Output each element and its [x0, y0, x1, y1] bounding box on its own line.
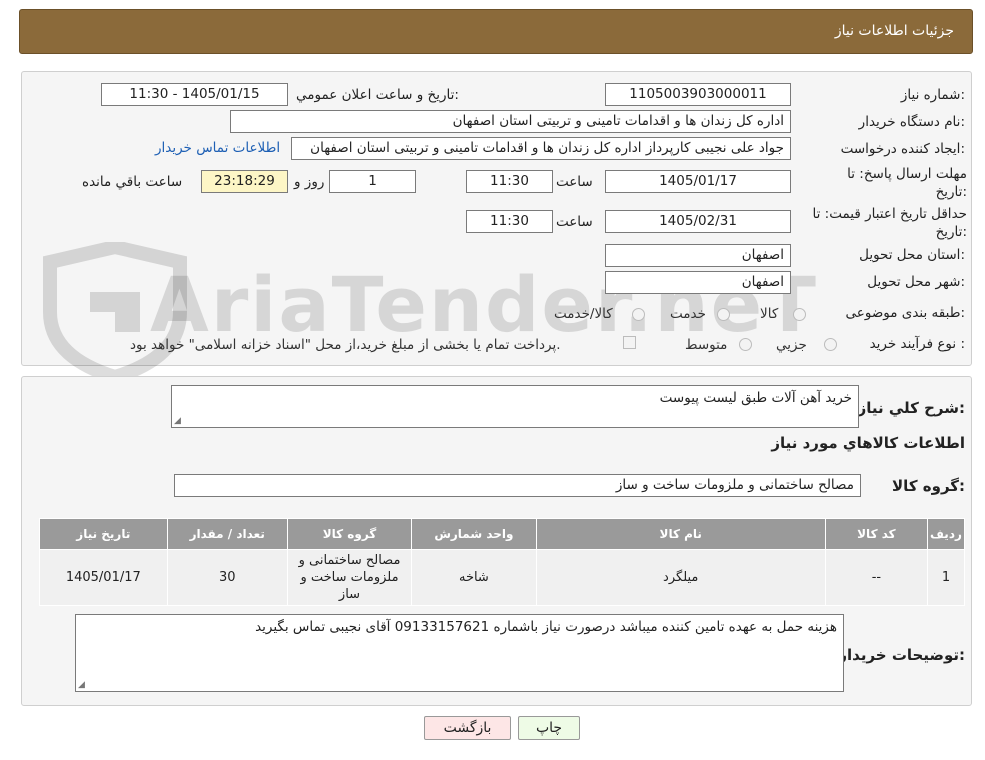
description-field[interactable]: خرید آهن آلات طبق لیست پیوست ◢ [171, 385, 859, 428]
reply-time-label: ساعت [556, 174, 593, 190]
announce-field: 1405/01/15 - 11:30 [101, 83, 288, 106]
need-number-field: 1105003903000011 [605, 83, 791, 106]
remaining-time-field: 23:18:29 [201, 170, 288, 193]
category-radio-goods[interactable] [793, 308, 806, 321]
col-row-header: رديف [926, 518, 966, 550]
back-button[interactable]: بازگشت [424, 716, 511, 740]
description-label: شرح کلي نياز: [857, 399, 965, 417]
page-header: جزئیات اطلاعات نیاز [19, 9, 973, 54]
reply-time-field: 11:30 [466, 170, 553, 193]
resize-grip-icon[interactable]: ◢ [174, 416, 181, 426]
category-radio-both[interactable] [632, 308, 645, 321]
buyer-org-label: نام دستگاه خريدار: [858, 114, 965, 130]
process-radio-minor[interactable] [824, 338, 837, 351]
process-radio-medium[interactable] [739, 338, 752, 351]
table-header-row: رديف کد کالا نام کالا واحد شمارش گروه کا… [39, 518, 966, 550]
category-option-service: خدمت [670, 306, 706, 322]
buyer-notes-field[interactable]: هزینه حمل به عهده تامین کننده میباشد درص… [75, 614, 844, 692]
city-field: اصفهان [605, 271, 791, 294]
requester-field: جواد علی نجیبی کارپرداز اداره کل زندان ه… [291, 137, 791, 160]
price-validity-time-field: 11:30 [466, 210, 553, 233]
goods-group-field: مصالح ساختمانی و ملزومات ساخت و ساز [174, 474, 861, 497]
goods-info-title: اطلاعات کالاهاي مورد نياز [771, 434, 965, 452]
col-code-header: کد کالا [824, 518, 928, 550]
payment-note: پرداخت تمام يا بخشی از مبلغ خريد،از محل … [130, 337, 561, 353]
treasury-checkbox[interactable] [623, 336, 636, 349]
category-option-goods: کالا [760, 306, 779, 322]
cell-name: میلگرد [535, 549, 826, 606]
days-label: روز و [294, 174, 325, 190]
category-label: طبقه بندی موضوعی: [845, 305, 965, 321]
cell-row: 1 [926, 549, 966, 606]
city-label: شهر محل تحويل: [867, 274, 965, 290]
buyer-org-field: اداره کل زندان ها و اقدامات تامینی و ترب… [230, 110, 791, 133]
remaining-label: ساعت باقي مانده [82, 174, 183, 190]
page-title: جزئیات اطلاعات نیاز [834, 23, 954, 39]
resize-grip-icon[interactable]: ◢ [78, 680, 85, 690]
category-option-both: کالا/خدمت [554, 306, 613, 322]
province-label: استان محل تحويل: [859, 247, 965, 263]
col-unit-header: واحد شمارش [411, 518, 537, 550]
col-group-header: گروه کالا [286, 518, 413, 550]
buyer-notes-text: هزینه حمل به عهده تامین کننده میباشد درص… [255, 619, 837, 635]
buyer-notes-label: توضيحات خريدار: [838, 646, 965, 664]
cell-code: -- [824, 549, 928, 606]
table-row: 1 -- میلگرد شاخه مصالح ساختمانی و ملزوما… [39, 549, 966, 606]
announce-label: تاریخ و ساعت اعلان عمومي: [296, 87, 459, 103]
cell-group: مصالح ساختمانی و ملزومات ساخت و ساز [286, 549, 413, 606]
price-validity-date-field: 1405/02/31 [605, 210, 791, 233]
cell-date: 1405/01/17 [39, 549, 168, 606]
process-option-minor: جزيي [776, 337, 807, 353]
process-label: نوع فرآيند خريد : [869, 336, 965, 352]
buyer-contact-link[interactable]: اطلاعات تماس خريدار [155, 140, 280, 156]
col-qty-header: تعداد / مقدار [166, 518, 288, 550]
days-field: 1 [329, 170, 416, 193]
col-name-header: نام کالا [535, 518, 826, 550]
goods-group-label: گروه کالا: [892, 477, 965, 495]
process-option-medium: متوسط [685, 337, 728, 353]
price-validity-time-label: ساعت [556, 214, 593, 230]
items-table: رديف کد کالا نام کالا واحد شمارش گروه کا… [39, 518, 966, 606]
need-number-label: شماره نیاز: [900, 87, 965, 103]
description-text: خرید آهن آلات طبق لیست پیوست [659, 390, 852, 406]
reply-date-field: 1405/01/17 [605, 170, 791, 193]
print-button[interactable]: چاپ [518, 716, 580, 740]
col-date-header: تاریخ نیاز [39, 518, 168, 550]
cell-unit: شاخه [411, 549, 537, 606]
price-validity-label: حداقل تاريخ اعتبار قيمت: تا تاريخ: [812, 206, 967, 240]
province-field: اصفهان [605, 244, 791, 267]
requester-label: ايجاد کننده درخواست: [840, 141, 965, 157]
cell-qty: 30 [166, 549, 288, 606]
category-radio-service[interactable] [717, 308, 730, 321]
reply-deadline-label: مهلت ارسال پاسخ: تا تاریخ: [847, 166, 967, 200]
